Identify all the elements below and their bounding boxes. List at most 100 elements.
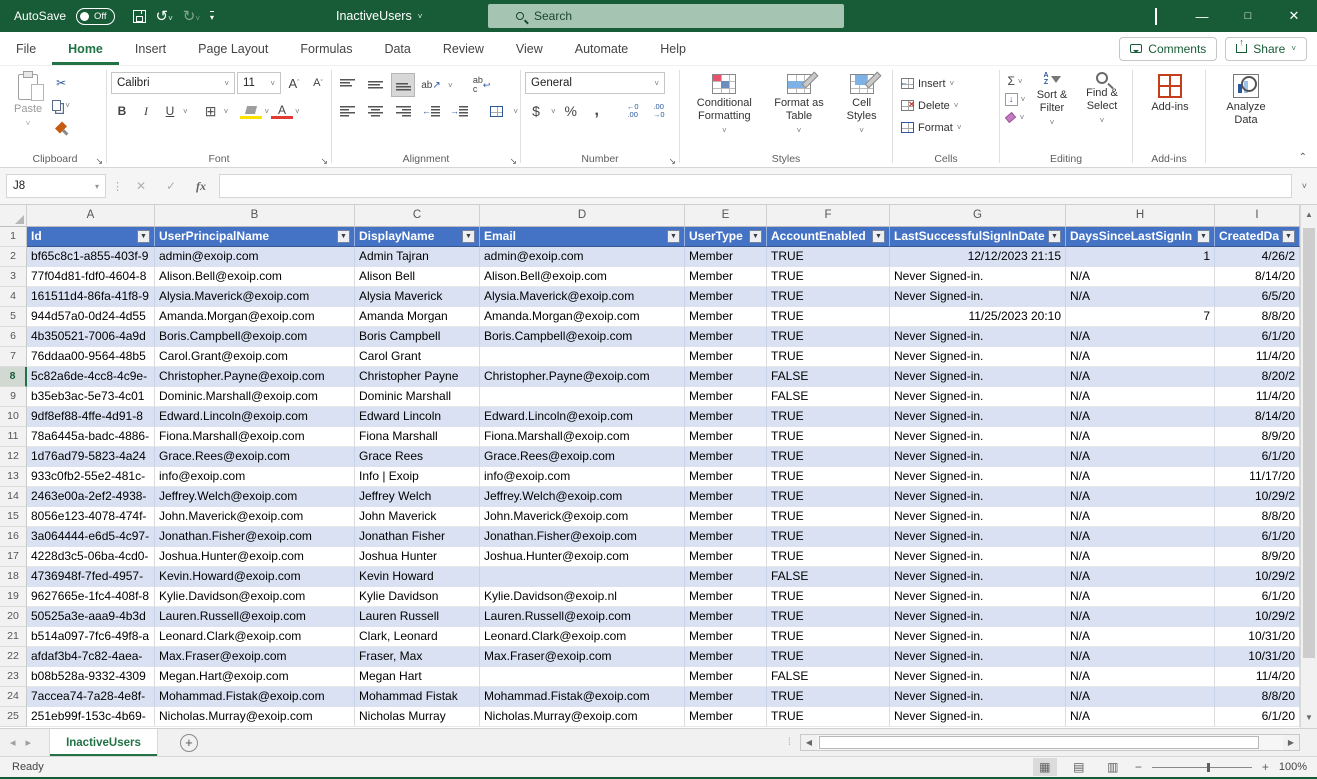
row-header[interactable]: 17 — [0, 547, 27, 567]
cell[interactable]: John.Maverick@exoip.com — [480, 507, 685, 527]
filter-dropdown-icon[interactable]: ▼ — [137, 230, 150, 243]
cell[interactable]: TRUE — [767, 327, 890, 347]
cell[interactable]: Christopher.Payne@exoip.com — [480, 367, 685, 387]
ribbon-tab-home[interactable]: Home — [52, 32, 119, 65]
cell[interactable]: Carol Grant — [355, 347, 480, 367]
cell[interactable]: Never Signed-in. — [890, 567, 1066, 587]
fill-button[interactable]: ↓˅ — [1004, 90, 1026, 108]
cell[interactable]: N/A — [1066, 327, 1215, 347]
cell[interactable]: Kylie.Davidson@exoip.com — [155, 587, 355, 607]
cell[interactable]: N/A — [1066, 427, 1215, 447]
ribbon-tab-view[interactable]: View — [500, 32, 559, 65]
cell[interactable]: admin@exoip.com — [480, 247, 685, 267]
cell[interactable]: 76ddaa00-9564-48b5 — [27, 347, 155, 367]
conditional-formatting-button[interactable]: Conditional Formatting ˅ — [685, 70, 763, 139]
cell[interactable]: Never Signed-in. — [890, 267, 1066, 287]
cell[interactable]: Member — [685, 467, 767, 487]
cell[interactable]: N/A — [1066, 407, 1215, 427]
ribbon-tab-file[interactable]: File — [0, 32, 52, 65]
cell[interactable]: 78a6445a-badc-4886- — [27, 427, 155, 447]
cell[interactable]: Member — [685, 667, 767, 687]
cell[interactable]: Boris.Campbell@exoip.com — [155, 327, 355, 347]
cell[interactable]: 11/4/20 — [1215, 387, 1300, 407]
cell[interactable]: TRUE — [767, 467, 890, 487]
save-icon[interactable] — [133, 10, 146, 23]
cell[interactable]: Nicholas.Murray@exoip.com — [155, 707, 355, 727]
cell[interactable]: 6/1/20 — [1215, 327, 1300, 347]
cell[interactable]: 10/31/20 — [1215, 647, 1300, 667]
borders-chevron-icon[interactable]: ˅ — [224, 107, 229, 116]
cell[interactable]: Member — [685, 367, 767, 387]
cell[interactable]: Never Signed-in. — [890, 607, 1066, 627]
cell[interactable]: TRUE — [767, 607, 890, 627]
cell[interactable]: Never Signed-in. — [890, 667, 1066, 687]
cell[interactable]: 11/17/20 — [1215, 467, 1300, 487]
cell[interactable]: Member — [685, 387, 767, 407]
cell[interactable]: TRUE — [767, 647, 890, 667]
cell[interactable]: 50525a3e-aaa9-4b3d — [27, 607, 155, 627]
cell[interactable]: Christopher.Payne@exoip.com — [155, 367, 355, 387]
cell[interactable]: Amanda.Morgan@exoip.com — [155, 307, 355, 327]
cell[interactable]: 8/8/20 — [1215, 307, 1300, 327]
cell[interactable]: Jonathan.Fisher@exoip.com — [480, 527, 685, 547]
ribbon-tab-page-layout[interactable]: Page Layout — [182, 32, 284, 65]
cell[interactable]: Member — [685, 607, 767, 627]
cell[interactable]: Member — [685, 407, 767, 427]
cell[interactable]: N/A — [1066, 567, 1215, 587]
cell[interactable]: TRUE — [767, 627, 890, 647]
new-sheet-button[interactable]: + — [180, 734, 198, 752]
formula-input[interactable] — [219, 174, 1292, 198]
cell[interactable]: TRUE — [767, 407, 890, 427]
cell[interactable]: 161511d4-86fa-41f8-9 — [27, 287, 155, 307]
row-header[interactable]: 12 — [0, 447, 27, 467]
alignment-dialog-launcher[interactable]: ↘ — [509, 156, 517, 167]
cell[interactable] — [480, 667, 685, 687]
normal-view-button[interactable]: ▦ — [1033, 758, 1057, 776]
merge-center-button[interactable] — [485, 100, 507, 122]
filter-dropdown-icon[interactable]: ▼ — [462, 230, 475, 243]
cell[interactable]: N/A — [1066, 347, 1215, 367]
autosum-button[interactable]: Σ˅ — [1004, 72, 1026, 90]
middle-align-button[interactable] — [364, 74, 386, 96]
wrap-text-button[interactable]: abc↩ — [471, 74, 493, 96]
column-header-cell[interactable]: CreatedDate▼ — [1215, 227, 1300, 247]
cell[interactable]: Member — [685, 627, 767, 647]
align-right-button[interactable] — [392, 100, 414, 122]
cell[interactable]: 12/12/2023 21:15 — [890, 247, 1066, 267]
cell[interactable]: Amanda Morgan — [355, 307, 480, 327]
bold-button[interactable]: B — [111, 100, 133, 122]
cell[interactable]: 8056e123-4078-474f- — [27, 507, 155, 527]
column-header-cell[interactable]: UserPrincipalName▼ — [155, 227, 355, 247]
row-header[interactable]: 13 — [0, 467, 27, 487]
cell[interactable]: Alysia.Maverick@exoip.com — [155, 287, 355, 307]
cell[interactable]: Megan.Hart@exoip.com — [155, 667, 355, 687]
cell[interactable]: N/A — [1066, 467, 1215, 487]
column-header-cell[interactable]: Id▼ — [27, 227, 155, 247]
cell[interactable]: Member — [685, 687, 767, 707]
borders-button[interactable]: ⊞ — [200, 100, 222, 122]
font-size-select[interactable]: 11˅ — [237, 72, 281, 94]
scroll-right-arrow[interactable]: ▶ — [1283, 738, 1299, 747]
cell[interactable]: b514a097-7fc6-49f8-a — [27, 627, 155, 647]
cell[interactable]: 5c82a6de-4cc8-4c9e- — [27, 367, 155, 387]
cell[interactable]: Never Signed-in. — [890, 507, 1066, 527]
align-left-button[interactable] — [336, 100, 358, 122]
ribbon-tab-help[interactable]: Help — [644, 32, 702, 65]
cut-button[interactable]: ✂ — [50, 72, 72, 94]
cell[interactable]: TRUE — [767, 427, 890, 447]
cell-styles-button[interactable]: Cell Styles ˅ — [835, 70, 889, 139]
row-header[interactable]: 22 — [0, 647, 27, 667]
cell[interactable]: Alison.Bell@exoip.com — [155, 267, 355, 287]
ribbon-tab-insert[interactable]: Insert — [119, 32, 182, 65]
cell[interactable]: Alison.Bell@exoip.com — [480, 267, 685, 287]
ribbon-tab-data[interactable]: Data — [368, 32, 426, 65]
minimize-button[interactable]: — — [1179, 9, 1225, 24]
cell[interactable]: Joshua.Hunter@exoip.com — [480, 547, 685, 567]
row-header[interactable]: 16 — [0, 527, 27, 547]
cell[interactable]: Member — [685, 547, 767, 567]
filter-dropdown-icon[interactable]: ▼ — [337, 230, 350, 243]
row-header[interactable]: 5 — [0, 307, 27, 327]
cell[interactable]: N/A — [1066, 607, 1215, 627]
cell[interactable]: 4228d3c5-06ba-4cd0- — [27, 547, 155, 567]
cell[interactable]: Edward.Lincoln@exoip.com — [480, 407, 685, 427]
